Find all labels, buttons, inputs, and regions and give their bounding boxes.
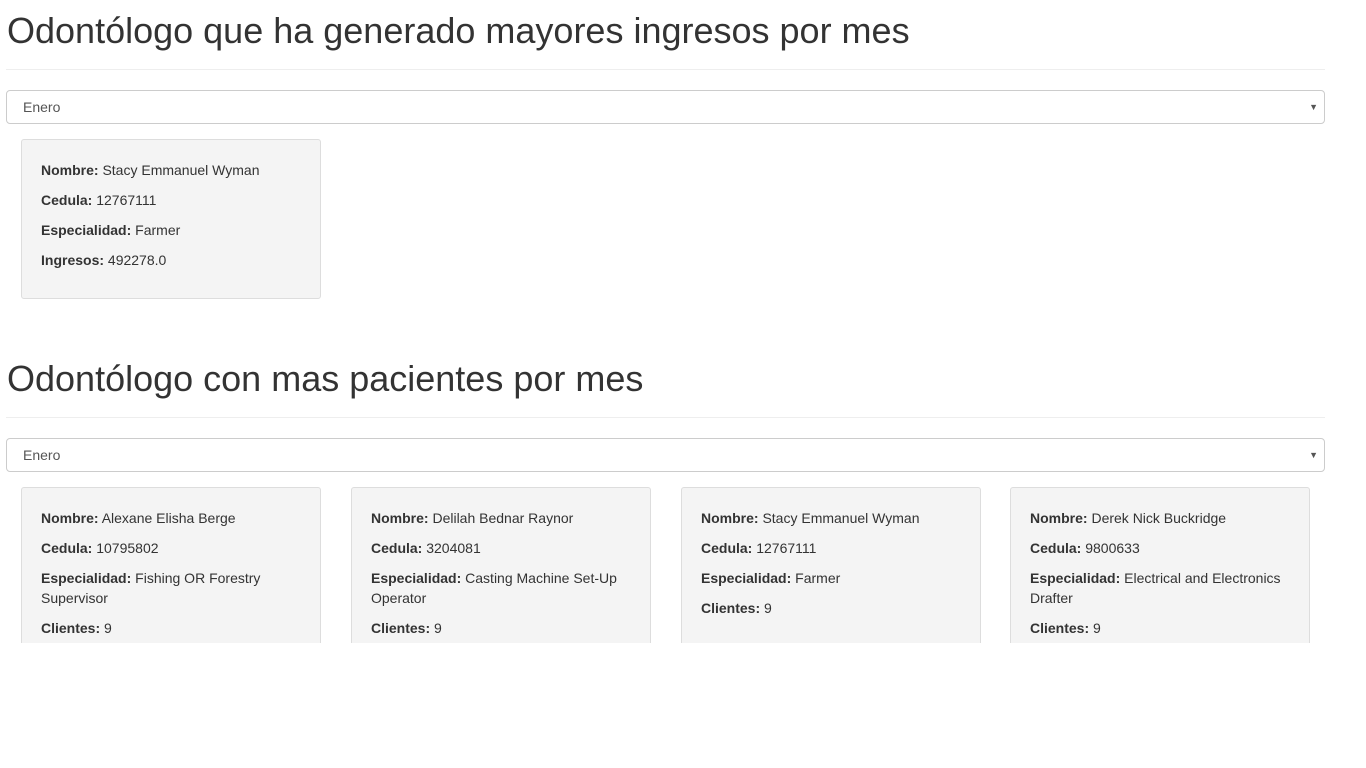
label: Nombre: — [41, 510, 99, 526]
selected-month: Enero — [23, 447, 61, 463]
label: Especialidad: — [41, 570, 132, 586]
label: Clientes: — [371, 620, 431, 636]
clientes-value: 9 — [764, 600, 772, 616]
label: Cedula: — [371, 540, 423, 556]
month-select-pacientes[interactable]: Enero ▼ — [6, 438, 1325, 472]
dentist-card: Nombre: Alexane Elisha Berge Cedula: 107… — [21, 487, 321, 643]
label: Cedula: — [701, 540, 753, 556]
label: Nombre: — [371, 510, 429, 526]
label: Cedula: — [41, 540, 93, 556]
section-title-pacientes: Odontólogo con mas pacientes por mes — [7, 358, 644, 399]
label: Nombre: — [701, 510, 759, 526]
label: Cedula: — [1030, 540, 1082, 556]
month-select-ingresos[interactable]: Enero ▼ — [6, 90, 1325, 124]
label: Ingresos: — [41, 252, 105, 268]
nombre-value: Alexane Elisha Berge — [101, 510, 236, 526]
label: Cedula: — [41, 192, 93, 208]
clientes-value: 9 — [104, 620, 112, 636]
label: Clientes: — [1030, 620, 1090, 636]
nombre-value: Stacy Emmanuel Wyman — [102, 162, 260, 178]
label: Nombre: — [41, 162, 99, 178]
clientes-value: 9 — [434, 620, 442, 636]
nombre-value: Stacy Emmanuel Wyman — [762, 510, 920, 526]
cedula-value: 10795802 — [96, 540, 159, 556]
dentist-card: Nombre: Stacy Emmanuel Wyman Cedula: 127… — [681, 487, 981, 643]
especialidad-value: Farmer — [795, 570, 841, 586]
section-title-ingresos: Odontólogo que ha generado mayores ingre… — [7, 10, 910, 51]
label: Nombre: — [1030, 510, 1088, 526]
label: Especialidad: — [701, 570, 792, 586]
cedula-value: 9800633 — [1085, 540, 1140, 556]
nombre-value: Derek Nick Buckridge — [1091, 510, 1227, 526]
dentist-card: Nombre: Stacy Emmanuel Wyman Cedula: 127… — [21, 139, 321, 299]
dropdown-arrow-icon: ▼ — [1309, 450, 1318, 460]
selected-month: Enero — [23, 99, 61, 115]
ingresos-value: 492278.0 — [107, 252, 167, 268]
nombre-value: Delilah Bednar Raynor — [432, 510, 574, 526]
label: Clientes: — [701, 600, 761, 616]
patients-cards-row: Nombre: Alexane Elisha Berge Cedula: 107… — [0, 487, 1366, 643]
especialidad-value: Farmer — [135, 222, 181, 238]
cedula-value: 12767111 — [96, 192, 157, 208]
label: Clientes: — [41, 620, 101, 636]
label: Especialidad: — [41, 222, 132, 238]
label: Especialidad: — [371, 570, 462, 586]
divider — [6, 417, 1325, 418]
dentist-card: Nombre: Derek Nick Buckridge Cedula: 980… — [1010, 487, 1310, 643]
label: Especialidad: — [1030, 570, 1121, 586]
dropdown-arrow-icon: ▼ — [1309, 102, 1318, 112]
clientes-value: 9 — [1093, 620, 1101, 636]
divider — [6, 69, 1325, 70]
dentist-card: Nombre: Delilah Bednar Raynor Cedula: 32… — [351, 487, 651, 643]
cedula-value: 3204081 — [426, 540, 481, 556]
cedula-value: 12767111 — [756, 540, 817, 556]
